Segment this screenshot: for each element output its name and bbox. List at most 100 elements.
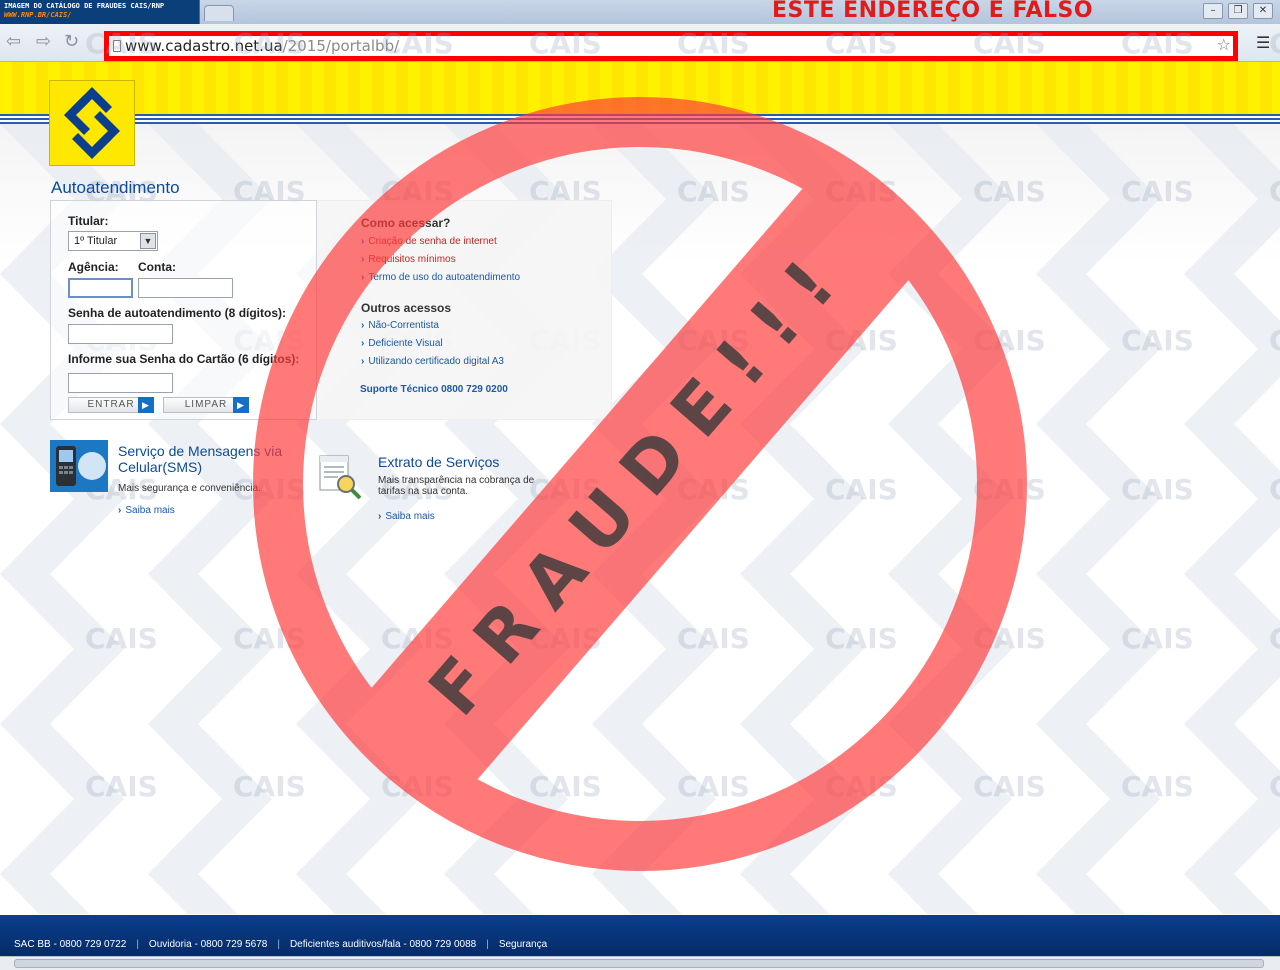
extrato-promo-description: Mais transparência na cobrança de tarifa… (378, 475, 535, 497)
banco-do-brasil-logo (49, 80, 135, 166)
cais-watermark: CAIS (973, 27, 1046, 60)
cais-watermark: CAIS (529, 770, 602, 803)
minimize-icon[interactable]: – (1203, 3, 1223, 19)
cais-watermark: CAIS (233, 622, 306, 655)
cais-watermark: CAIS (529, 622, 602, 655)
cais-watermark: CAIS (1269, 324, 1280, 357)
extrato-document-icon (316, 452, 364, 502)
sms-promo-description: Mais segurança e conveniência. (118, 483, 261, 494)
chevron-down-icon[interactable]: ▼ (140, 233, 156, 249)
footer-deficientes[interactable]: Deficientes auditivos/fala - 0800 729 00… (290, 939, 476, 950)
limpar-button[interactable]: LIMPAR ▶ (163, 397, 249, 413)
link-deficiente-visual[interactable]: › Deficiente Visual (361, 338, 443, 349)
cais-watermark: CAIS (381, 27, 454, 60)
reload-icon[interactable]: ↻ (64, 31, 79, 52)
extrato-saiba-mais-link[interactable]: › Saiba mais (378, 511, 435, 522)
link-criacao-senha[interactable]: › Criação de senha de internet (361, 236, 497, 247)
cais-watermark: CAIS (1121, 622, 1194, 655)
cais-watermark: CAIS (381, 770, 454, 803)
link-requisitos-minimos[interactable]: › Requisitos mínimos (361, 254, 456, 265)
cais-watermark: CAIS (825, 622, 898, 655)
footer-separator: | (486, 939, 489, 950)
chevron-right-icon: › (361, 338, 365, 349)
cais-watermark: CAIS (825, 770, 898, 803)
extrato-promo-title[interactable]: Extrato de Serviços (378, 454, 499, 470)
cais-watermark: CAIS (973, 175, 1046, 208)
header-blue-stripes (0, 114, 1280, 124)
sms-phone-icon (50, 440, 108, 492)
limpar-button-label: LIMPAR (184, 399, 228, 410)
sms-promo-title[interactable]: Serviço de Mensagens via Celular(SMS) (118, 443, 298, 475)
titular-select-value: 1º Titular (74, 235, 118, 247)
bookmark-star-icon[interactable]: ☆ (1217, 35, 1231, 54)
browser-tab[interactable]: IMAGEM DO CATÁLOGO DE FRAUDES CAIS/RNP W… (0, 0, 200, 24)
footer-seguranca[interactable]: Segurança (499, 939, 547, 950)
cais-watermark: CAIS (381, 622, 454, 655)
chevron-right-icon: › (118, 505, 122, 516)
play-arrow-icon: ▶ (138, 397, 154, 413)
titular-label: Titular: (68, 214, 109, 228)
header-yellow-band (0, 62, 1280, 114)
conta-input[interactable] (138, 278, 233, 298)
senha-cartao-input[interactable] (68, 373, 173, 393)
document-magnifier-icon (319, 455, 362, 500)
cais-watermark: CAIS (85, 622, 158, 655)
cais-watermark: CAIS (677, 175, 750, 208)
cais-watermark: CAIS (1269, 473, 1280, 506)
scrollbar-thumb[interactable] (14, 959, 1264, 968)
como-acessar-heading: Como acessar? (361, 216, 451, 230)
agencia-input[interactable] (68, 278, 133, 298)
footer-ouvidoria[interactable]: Ouvidoria - 0800 729 5678 (149, 939, 267, 950)
suporte-tecnico: Suporte Técnico 0800 729 0200 (360, 384, 508, 395)
cais-watermark: CAIS (1269, 770, 1280, 803)
link-certificado-digital[interactable]: › Utilizando certificado digital A3 (361, 356, 504, 367)
chevron-right-icon: › (378, 511, 382, 522)
chevron-right-icon: › (361, 320, 365, 331)
fake-address-warning: ESTE ENDEREÇO É FALSO (772, 0, 1094, 23)
bb-logo-icon (64, 87, 120, 159)
chevron-right-icon: › (361, 356, 365, 367)
cais-watermark: CAIS (825, 473, 898, 506)
catalog-banner-title: IMAGEM DO CATÁLOGO DE FRAUDES CAIS/RNP (4, 2, 165, 10)
cais-watermark: CAIS (1121, 175, 1194, 208)
footer-separator: | (136, 939, 139, 950)
cais-watermark: CAIS (233, 770, 306, 803)
cais-watermark: CAIS (825, 175, 898, 208)
cais-watermark: CAIS (1269, 622, 1280, 655)
close-icon[interactable]: ✕ (1253, 3, 1273, 19)
cais-watermark: CAIS (1269, 175, 1280, 208)
cais-watermark: CAIS (1121, 473, 1194, 506)
senha-cartao-label: Informe sua Senha do Cartão (6 dígitos): (68, 352, 300, 366)
cais-watermark: CAIS (1269, 27, 1280, 60)
play-arrow-icon: ▶ (233, 397, 249, 413)
titular-select[interactable]: 1º Titular ▼ (68, 231, 158, 251)
cais-watermark: CAIS (1121, 770, 1194, 803)
chevron-right-icon: › (361, 254, 365, 265)
cais-watermark: CAIS (85, 770, 158, 803)
cais-watermark: CAIS (677, 770, 750, 803)
senha-label: Senha de autoatendimento (8 dígitos): (68, 306, 287, 320)
phone-icon (56, 446, 106, 486)
cais-watermark: CAIS (529, 27, 602, 60)
cais-watermark: CAIS (973, 324, 1046, 357)
footer-separator: | (277, 939, 280, 950)
cais-watermark: CAIS (233, 27, 306, 60)
page-title: Autoatendimento (51, 178, 180, 197)
catalog-banner-url: WWW.RNP.BR/CAIS/ (4, 11, 72, 19)
page-footer: SAC BB - 0800 729 0722 | Ouvidoria - 0800 … (0, 915, 1280, 956)
back-icon[interactable]: ⇦ (6, 31, 21, 52)
outros-acessos-heading: Outros acessos (361, 301, 452, 315)
footer-sac[interactable]: SAC BB - 0800 729 0722 (14, 939, 126, 950)
restore-icon[interactable]: ❐ (1228, 3, 1248, 19)
entrar-button[interactable]: ENTRAR ▶ (68, 397, 154, 413)
link-termo-de-uso[interactable]: › Termo de uso do autoatendimento (361, 272, 520, 283)
forward-icon[interactable]: ⇨ (36, 31, 51, 52)
senha-input[interactable] (68, 324, 173, 344)
cais-watermark: CAIS (825, 27, 898, 60)
new-tab-button[interactable] (204, 5, 234, 21)
sms-saiba-mais-link[interactable]: › Saiba mais (118, 505, 175, 516)
link-nao-correntista[interactable]: › Não-Correntista (361, 320, 439, 331)
cais-watermark: CAIS (973, 770, 1046, 803)
cais-watermark: CAIS (1121, 27, 1194, 60)
horizontal-scrollbar[interactable] (0, 956, 1280, 970)
